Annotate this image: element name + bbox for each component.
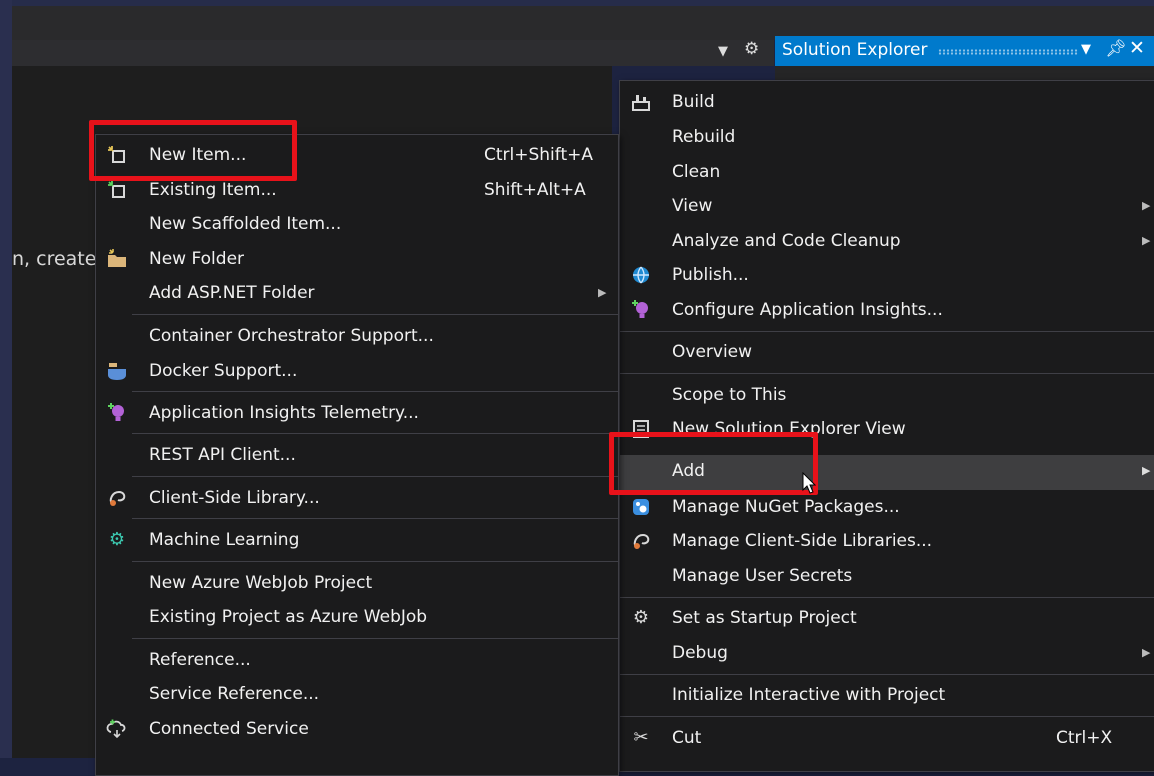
docker-icon xyxy=(106,360,128,382)
menu-item-publish[interactable]: Publish... xyxy=(620,259,1154,293)
scissors-icon: ✂ xyxy=(633,727,649,748)
project-context-menu: Build Rebuild Clean View ▶ Analyze and C… xyxy=(619,80,1154,772)
close-icon[interactable]: ✕ xyxy=(1129,37,1145,59)
menu-item-existing-azure-webjob[interactable]: Existing Project as Azure WebJob xyxy=(96,601,618,635)
title-bar xyxy=(12,6,1154,40)
submenu-arrow-icon: ▶ xyxy=(1142,234,1151,247)
menu-item-machine-learning[interactable]: ⚙ Machine Learning xyxy=(96,524,618,558)
annotation-box-new-item xyxy=(89,120,297,181)
menu-item-cut[interactable]: ✂ Cut Ctrl+X xyxy=(620,722,1154,756)
publish-globe-icon xyxy=(630,264,652,286)
menu-item-manage-nuget[interactable]: Manage NuGet Packages... xyxy=(620,491,1154,525)
menu-separator xyxy=(132,561,618,562)
menu-item-initialize-interactive[interactable]: Initialize Interactive with Project xyxy=(620,679,1154,713)
menu-separator xyxy=(132,314,618,315)
menu-item-user-secrets[interactable]: Manage User Secrets xyxy=(620,560,1154,594)
menu-item-connected-service[interactable]: Connected Service xyxy=(96,713,618,747)
menu-item-new-folder[interactable]: New Folder xyxy=(96,243,618,277)
new-folder-icon xyxy=(106,248,128,270)
menu-item-set-startup[interactable]: ⚙ Set as Startup Project xyxy=(620,602,1154,636)
menu-item-app-insights-telemetry[interactable]: Application Insights Telemetry... xyxy=(96,397,618,431)
gear-icon[interactable]: ⚙ xyxy=(744,39,759,59)
menu-item-reference[interactable]: Reference... xyxy=(96,644,618,678)
menu-item-container-orchestrator[interactable]: Container Orchestrator Support... xyxy=(96,320,618,354)
annotation-box-add xyxy=(609,432,818,495)
menu-item-new-azure-webjob[interactable]: New Azure WebJob Project xyxy=(96,567,618,601)
solution-explorer-title: Solution Explorer xyxy=(782,40,928,60)
dropdown-triangle-icon[interactable]: ▼ xyxy=(718,44,728,59)
panel-grip[interactable] xyxy=(938,49,1078,55)
menu-separator xyxy=(620,716,1154,717)
menu-item-clean[interactable]: Clean xyxy=(620,156,1154,190)
document-toolbar xyxy=(12,40,774,66)
menu-item-new-scaffolded[interactable]: New Scaffolded Item... xyxy=(96,208,618,242)
editor-text: n, create xyxy=(12,248,97,270)
submenu-arrow-icon: ▶ xyxy=(1142,646,1151,659)
submenu-arrow-icon: ▶ xyxy=(598,286,607,299)
menu-item-build[interactable]: Build xyxy=(620,86,1154,120)
menu-separator xyxy=(132,476,618,477)
solution-explorer-header: Solution Explorer ▼ 📌︎ ✕ xyxy=(775,36,1154,66)
menu-item-analyze[interactable]: Analyze and Code Cleanup ▶ xyxy=(620,225,1154,259)
menu-item-configure-insights[interactable]: Configure Application Insights... xyxy=(620,294,1154,328)
client-library-icon xyxy=(106,487,128,509)
menu-separator xyxy=(620,674,1154,675)
nuget-icon xyxy=(630,496,652,518)
menu-item-manage-client-libs[interactable]: Manage Client-Side Libraries... xyxy=(620,525,1154,559)
menu-item-service-reference[interactable]: Service Reference... xyxy=(96,678,618,712)
menu-item-add-aspnet-folder[interactable]: Add ASP.NET Folder ▶ xyxy=(96,277,618,311)
dropdown-triangle-icon[interactable]: ▼ xyxy=(1081,42,1091,57)
build-icon xyxy=(630,91,652,113)
submenu-arrow-icon: ▶ xyxy=(1142,464,1151,477)
menu-item-overview[interactable]: Overview xyxy=(620,336,1154,370)
menu-item-view[interactable]: View ▶ xyxy=(620,190,1154,224)
connected-service-icon xyxy=(106,718,128,740)
menu-item-client-side-library[interactable]: Client-Side Library... xyxy=(96,482,618,516)
menu-separator xyxy=(620,331,1154,332)
machine-learning-icon: ⚙ xyxy=(108,529,126,550)
app-insights-icon xyxy=(630,299,652,321)
menu-separator xyxy=(132,638,618,639)
gear-icon: ⚙ xyxy=(632,607,650,628)
menu-separator xyxy=(620,597,1154,598)
window-left-edge xyxy=(0,0,12,758)
menu-separator xyxy=(132,518,618,519)
pin-icon[interactable]: 📌︎ xyxy=(1105,39,1127,59)
menu-separator xyxy=(132,433,618,434)
menu-item-rest-api-client[interactable]: REST API Client... xyxy=(96,439,618,473)
client-library-icon xyxy=(630,530,652,552)
menu-item-debug[interactable]: Debug ▶ xyxy=(620,637,1154,671)
menu-item-rebuild[interactable]: Rebuild xyxy=(620,121,1154,155)
menu-item-docker-support[interactable]: Docker Support... xyxy=(96,355,618,389)
menu-item-scope-to-this[interactable]: Scope to This xyxy=(620,379,1154,413)
menu-separator xyxy=(620,373,1154,374)
existing-item-icon xyxy=(106,179,128,201)
menu-separator xyxy=(132,391,618,392)
app-insights-icon xyxy=(106,402,128,424)
mouse-cursor-icon xyxy=(802,472,816,494)
add-submenu: New Item... Ctrl+Shift+A Existing Item..… xyxy=(95,134,619,776)
submenu-arrow-icon: ▶ xyxy=(1142,199,1151,212)
